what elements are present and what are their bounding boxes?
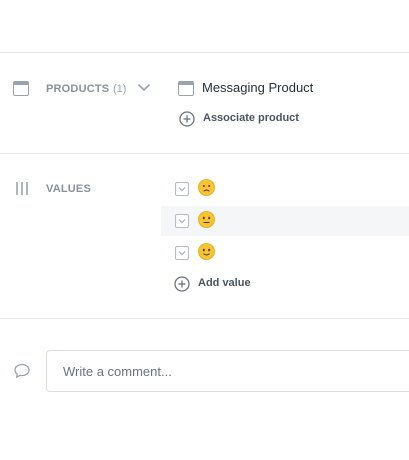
columns-icon — [16, 182, 28, 195]
product-item-label: Messaging Product — [202, 80, 314, 95]
divider-values — [0, 318, 409, 319]
product-icon — [178, 81, 194, 96]
add-value-label: Add value — [198, 277, 251, 289]
chevron-down-icon[interactable] — [137, 82, 151, 94]
value-row — [161, 174, 409, 204]
chevron-down-icon — [178, 219, 186, 224]
value-row — [161, 206, 409, 236]
add-circle-icon — [174, 276, 190, 292]
value-checkbox[interactable] — [175, 214, 189, 228]
add-circle-icon — [179, 111, 195, 127]
products-icon — [13, 81, 29, 96]
chevron-down-icon — [178, 187, 186, 192]
associate-product-label: Associate product — [203, 112, 299, 124]
value-row — [161, 238, 409, 268]
values-label: VALUES — [46, 183, 92, 195]
value-checkbox[interactable] — [175, 182, 189, 196]
comment-input[interactable]: Write a comment... — [46, 350, 409, 392]
comment-icon — [14, 363, 30, 378]
neutral-face-icon — [198, 211, 215, 228]
chevron-down-icon — [178, 251, 186, 256]
products-count: (1) — [113, 83, 127, 95]
frowning-face-icon — [198, 179, 215, 196]
divider-top — [0, 52, 409, 53]
comment-placeholder: Write a comment... — [63, 364, 172, 379]
products-label: PRODUCTS — [46, 83, 110, 95]
value-checkbox[interactable] — [175, 246, 189, 260]
divider-products — [0, 153, 409, 154]
slightly-smiling-face-icon — [198, 243, 215, 260]
